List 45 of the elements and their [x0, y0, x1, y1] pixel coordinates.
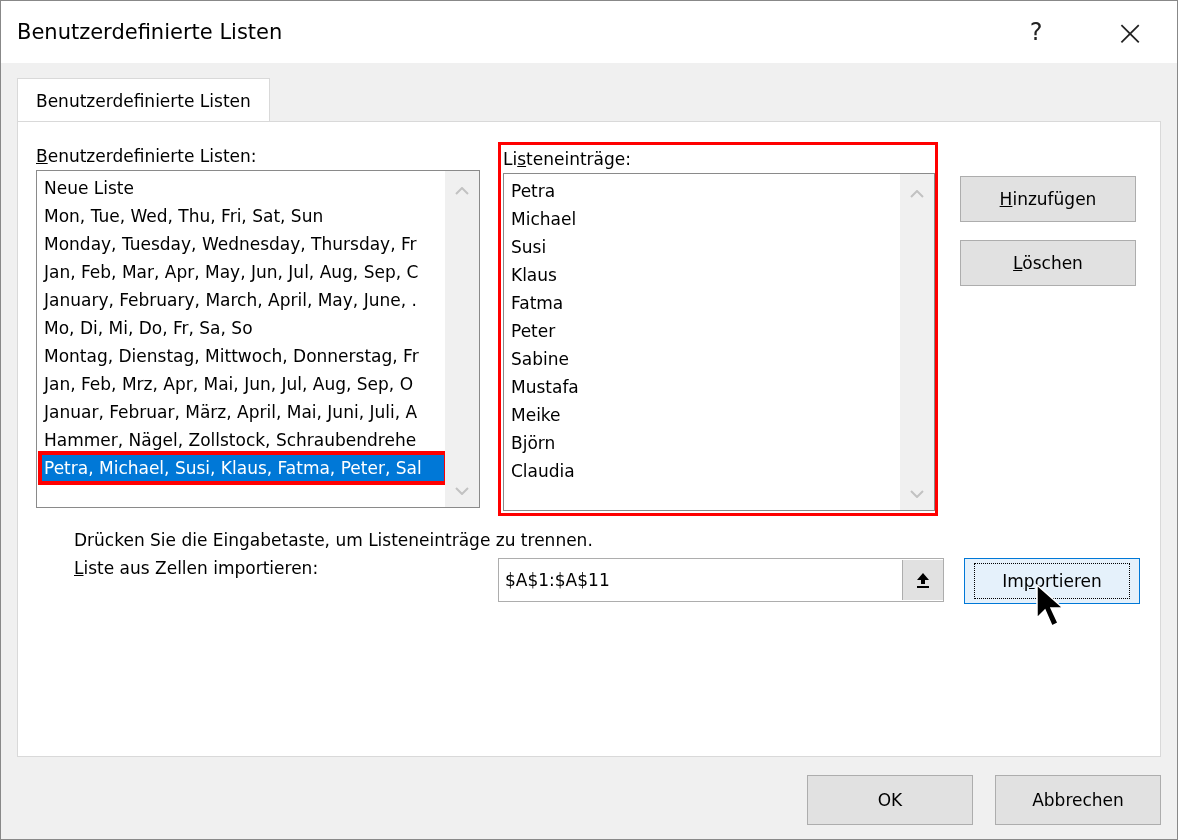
window-title: Benutzerdefinierte Listen	[17, 20, 284, 44]
scroll-down-icon[interactable]	[910, 490, 924, 498]
entry-line: Sabine	[510, 348, 570, 371]
scrollbar[interactable]	[445, 171, 479, 507]
side-button[interactable]: Löschen	[960, 240, 1136, 286]
import-button[interactable]: Importieren	[964, 558, 1140, 604]
dialog-button[interactable]: Abbrechen	[995, 775, 1161, 825]
entry-line: Claudia	[510, 460, 576, 483]
list-item[interactable]: Montag, Dienstag, Mittwoch, Donnerstag, Fr	[41, 342, 445, 370]
entries-label: Listeneinträge:	[503, 149, 632, 169]
range-field[interactable]: $A$1:$A$11	[498, 558, 944, 602]
tab[interactable]: Benutzerdefinierte Listen	[17, 78, 270, 122]
entry-line: Björn	[510, 432, 557, 455]
list-item[interactable]: Neue Liste	[41, 174, 445, 202]
scroll-up-icon[interactable]	[455, 187, 469, 195]
dialog-button[interactable]: OK	[807, 775, 973, 825]
list-item[interactable]: Hammer, Nägel, Zollstock, Schraubendrehe	[41, 426, 445, 454]
hint-text: Drücken Sie die Eingabetaste, um Listeneinträge zu trennen.	[74, 530, 594, 550]
entry-line: Mustafa	[510, 376, 580, 399]
list-item[interactable]: Petra, Michael, Susi, Klaus, Fatma, Peter, Sal	[41, 454, 445, 482]
list-item[interactable]: Jan, Feb, Mar, Apr, May, Jun, Jul, Aug, Sep, C	[41, 258, 445, 286]
entry-line: Meike	[510, 404, 562, 427]
entry-line: Michael	[510, 208, 578, 231]
list-entries-box[interactable]: Petra Michael Susi Klaus Fatma Peter Sabine Mustafa Meike Björn Claudia	[503, 173, 935, 511]
list-item[interactable]: Monday, Tuesday, Wednesday, Thursday, Fr	[41, 230, 445, 258]
entry-line: Petra	[510, 180, 557, 203]
import-label: Liste aus Zellen importieren:	[74, 558, 320, 578]
side-button[interactable]: Hinzufügen	[960, 176, 1136, 222]
list-item[interactable]: January, February, March, April, May, June, .	[41, 286, 445, 314]
collapse-button[interactable]	[902, 560, 943, 600]
close-button[interactable]: ×	[1083, 1, 1177, 63]
scroll-up-icon[interactable]	[910, 190, 924, 198]
list-item[interactable]: Januar, Februar, März, April, Mai, Juni, Juli, A	[41, 398, 445, 426]
entry-line: Fatma	[510, 292, 565, 315]
entry-line: Peter	[510, 320, 557, 343]
list-item[interactable]: Jan, Feb, Mrz, Apr, Mai, Jun, Jul, Aug, Sep, O	[41, 370, 445, 398]
scroll-down-icon[interactable]	[455, 487, 469, 495]
list-item[interactable]: Mo, Di, Mi, Do, Fr, Sa, So	[41, 314, 445, 342]
help-button[interactable]: ?	[989, 1, 1083, 63]
list-item[interactable]: Mon, Tue, Wed, Thu, Fri, Sat, Sun	[41, 202, 445, 230]
upload-arrow-icon	[916, 572, 930, 588]
scrollbar[interactable]	[900, 174, 934, 510]
entry-line: Susi	[510, 236, 548, 259]
lists-label: Benutzerdefinierte Listen:	[36, 146, 258, 166]
entry-line: Klaus	[510, 264, 558, 287]
